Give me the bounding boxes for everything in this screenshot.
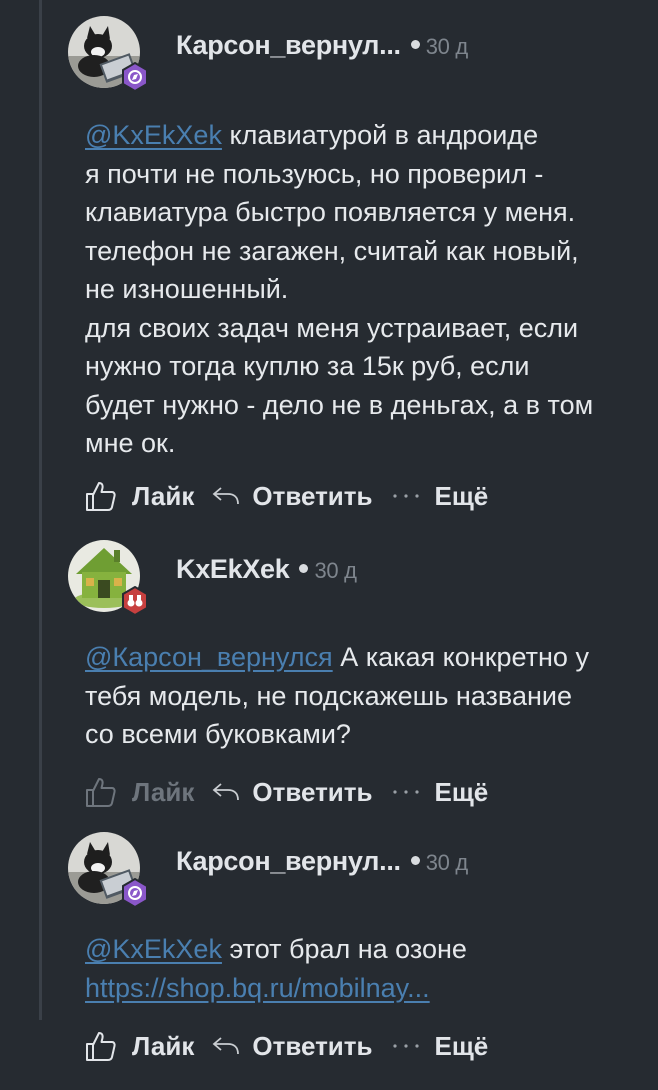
more-button[interactable]: Ещё [391,1030,489,1062]
separator-dot [410,856,420,866]
comment-text: тебя модель, не подскажешь название со в… [85,680,572,750]
comment-age: 30 д [314,557,357,583]
more-dots-icon [392,494,419,498]
thread-line [39,0,42,1020]
like-button[interactable]: Лайк [84,479,194,513]
more-dots-icon [392,790,419,794]
thumb-up-icon [86,1032,116,1061]
comment-thread: Карсон_вернул... 30 д @KxEkXek клавиатуро… [0,0,658,1090]
mention-link[interactable]: @Карсон_вернулся [85,642,333,672]
external-link[interactable]: https://shop.bq.ru/mobilnay... [85,973,430,1003]
binoculars-badge-icon [120,585,150,617]
comment-author[interactable]: Карсон_вернул... 30 д [176,846,468,877]
like-button[interactable]: Лайк [84,1029,194,1063]
comment: Карсон_вернул... 30 д @KxEkXek этот брал … [68,832,648,1061]
comment-age: 30 д [425,849,469,875]
comment-actions: Лайк Ответить Ещё [84,476,488,516]
compass-badge-icon [120,61,150,93]
mention-link[interactable]: @KxEkXek [85,934,222,964]
comment-age: 30 д [425,33,469,59]
comment-text: я почти не пользуюсь, но проверил - клав… [85,158,594,459]
mention-link[interactable]: @KxEkXek [85,120,222,150]
comment-actions: Лайк Ответить Ещё [84,1026,488,1066]
thumb-up-icon [86,482,116,511]
compass-badge-icon [120,877,150,909]
thumb-up-icon [86,778,116,807]
more-dots-icon [392,1044,419,1048]
reply-arrow-icon [212,783,240,801]
like-label: Лайк [132,480,195,511]
more-button[interactable]: Ещё [391,776,489,808]
reply-arrow-icon [212,1037,240,1055]
more-label: Ещё [434,776,489,807]
more-button[interactable]: Ещё [391,480,489,512]
reply-button[interactable]: Ответить [212,480,373,512]
like-label: Лайк [132,776,195,807]
comment-body: @Карсон_вернулся А какая конкретно у теб… [85,638,645,754]
comment-text: клавиатурой в андроиде [221,120,539,150]
separator-dot [299,564,309,574]
comment-author[interactable]: KxEkXek 30 д [176,554,357,585]
reply-label: Ответить [252,776,373,807]
separator-dot [410,40,420,50]
reply-button[interactable]: Ответить [212,776,373,808]
comment: KxEkXek 30 д @Карсон_вернулся А какая кон… [68,540,648,807]
more-label: Ещё [434,1030,489,1061]
comment-author[interactable]: Карсон_вернул... 30 д [176,30,468,61]
comment-actions: Лайк Ответить Ещё [84,772,488,812]
comment-body: @KxEkXek клавиатурой в андроиде я почти … [85,116,645,463]
comment-text: этот брал на озоне [221,934,467,964]
more-label: Ещё [434,480,489,511]
comment-body: @KxEkXek этот брал на озоне https://shop… [85,930,645,1007]
like-button[interactable]: Лайк [84,775,194,809]
reply-arrow-icon [212,487,240,505]
like-label: Лайк [132,1030,195,1061]
reply-label: Ответить [252,480,373,511]
comment: Карсон_вернул... 30 д @KxEkXek клавиатуро… [68,16,648,511]
reply-label: Ответить [252,1030,373,1061]
reply-button[interactable]: Ответить [212,1030,373,1062]
comment-text: А какая конкретно у [332,642,589,672]
